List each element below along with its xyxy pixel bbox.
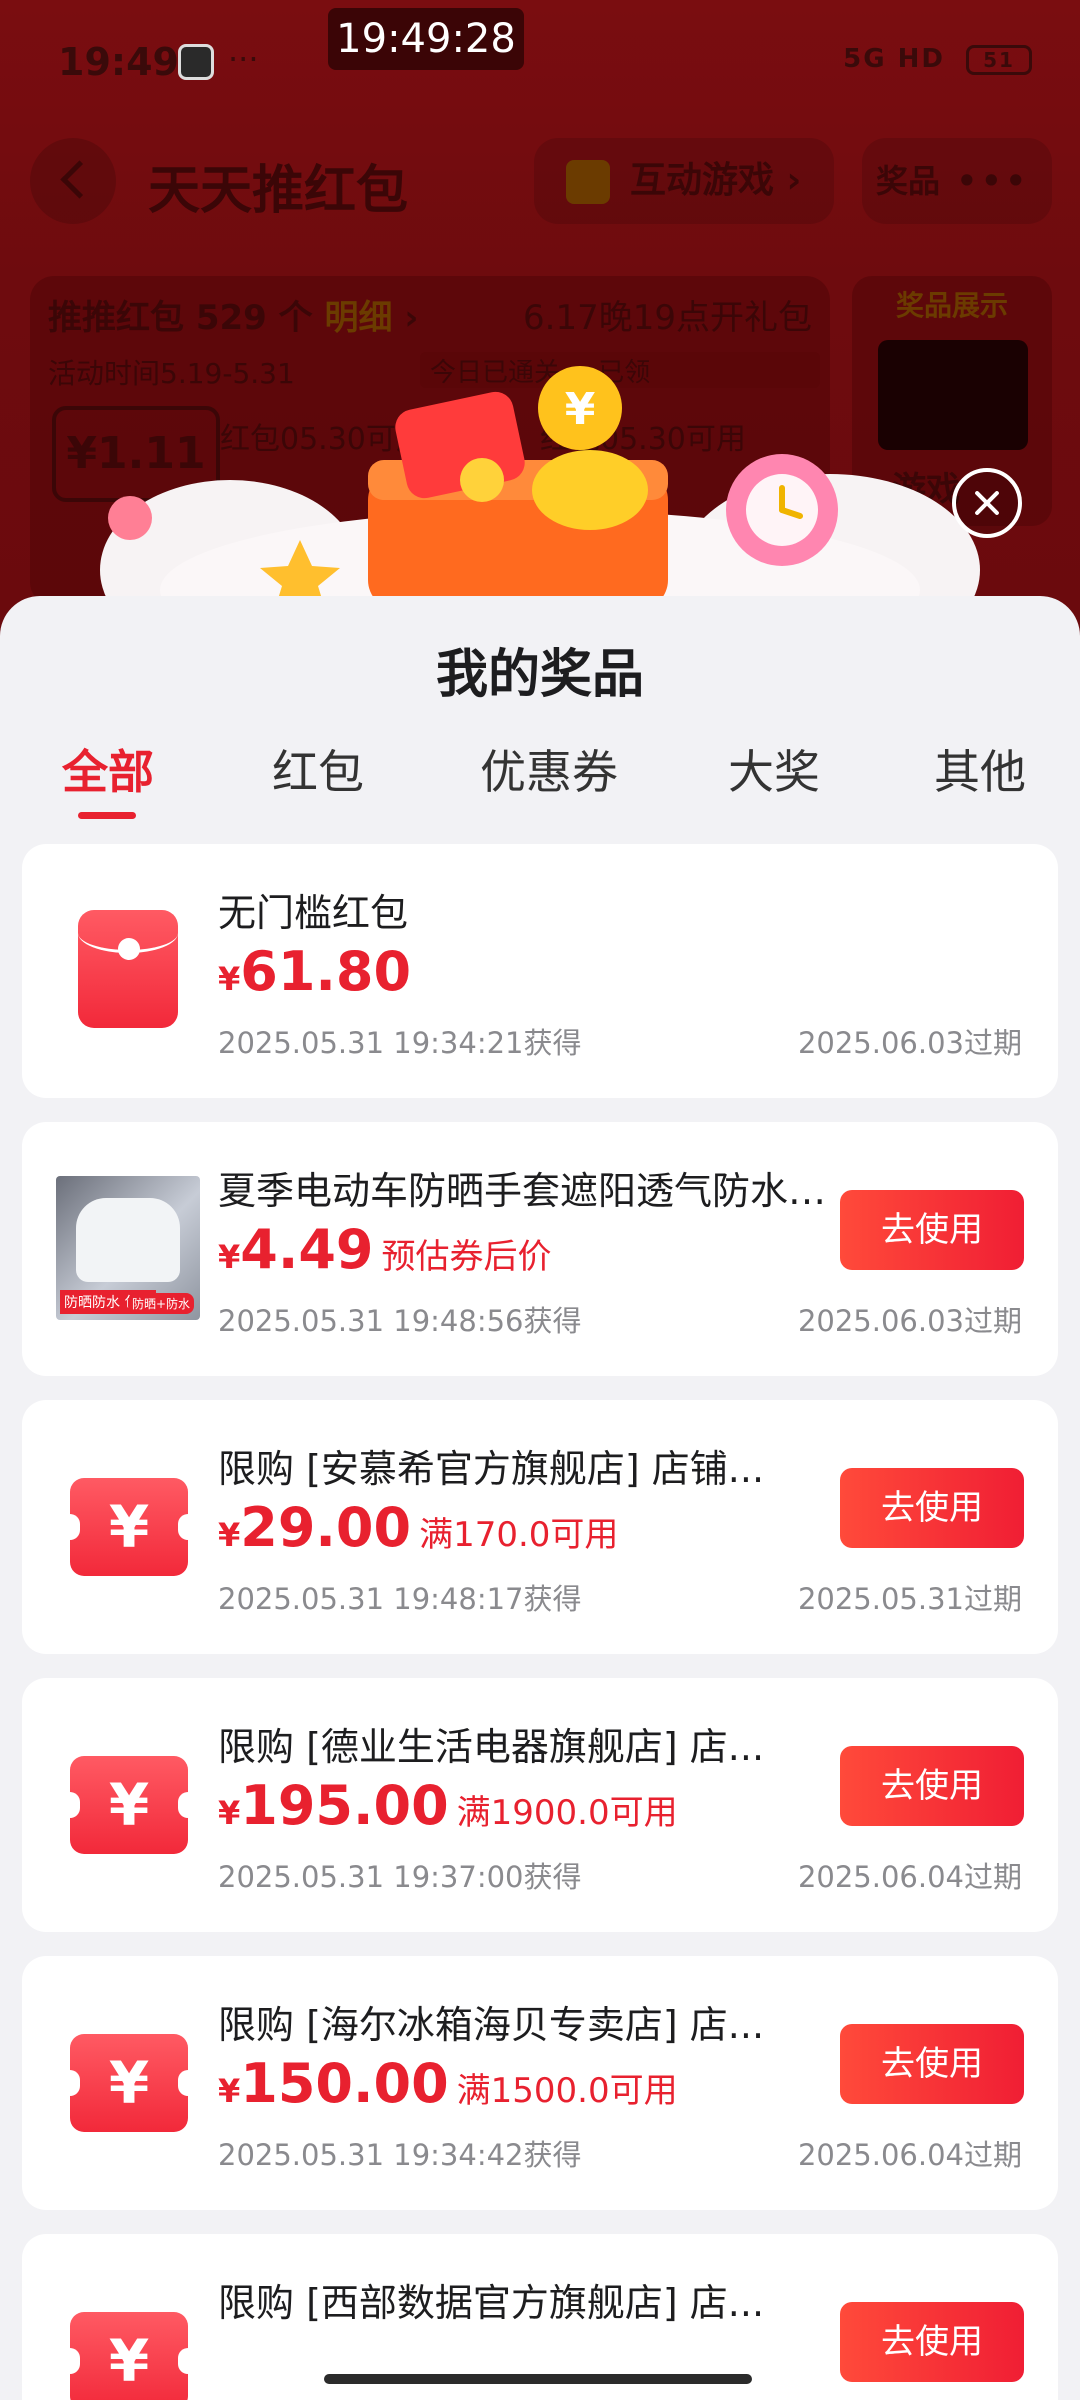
background-summary-card: 推推红包 529 个 明细 › 6.17晚19点开礼包 活动时间5.19-5.3… [30,276,830,606]
game-console-image [878,340,1028,450]
use-button[interactable]: 去使用 [840,2024,1024,2104]
tab-red-packet[interactable]: 红包 [266,736,370,802]
expire-date: 2025.05.31过期 [797,1582,1022,1616]
prize-showcase-title: 奖品展示 [895,289,1008,322]
coupon-icon: ¥ [60,2034,198,2132]
tab-coupon[interactable]: 优惠券 [474,736,624,802]
close-button[interactable] [952,468,1022,538]
prize-title: 限购 [安慕希官方旗舰店] 店铺... [218,1447,765,1491]
tab-all[interactable]: 全部 [56,736,160,802]
thumb-tag: 防晒+防水 [127,1293,194,1314]
prize-tabs: 全部 红包 优惠券 大奖 其他 [0,736,1080,826]
more-icon: ••• [956,162,1030,200]
prize-item[interactable]: ¥ 限购 [德业生活电器旗舰店] 店... ¥195.00 满1900.0可用 2… [22,1678,1058,1932]
prize-price: ¥4.49 预估券后价 [218,1218,552,1281]
prize-showcase-card: 奖品展示 游戏 [852,276,1052,526]
yen-icon: ¥ [108,2327,150,2395]
use-button[interactable]: 去使用 [840,1468,1024,1548]
background-page: 19:49 ··· 19:49:28 5G HD 51 天天推红包 互动游戏 ›… [0,0,1080,700]
prize-price: ¥195.00 满1900.0可用 [218,1774,678,1837]
yen-icon: ¥ [108,1771,150,1839]
interactive-game-button: 互动游戏 › [534,138,834,224]
background-header: 天天推红包 互动游戏 › 奖品 ••• [0,130,1080,230]
clock-icon [178,44,214,80]
network-label: 5G HD [843,44,945,74]
expire-date: 2025.06.04过期 [797,1860,1022,1894]
prize-price: ¥29.00 满170.0可用 [218,1496,619,1559]
event-notice: 6.17晚19点开礼包 [523,298,812,338]
sheet-title: 我的奖品 [435,645,644,705]
coupon-icon: ¥ [60,2312,198,2400]
prize-price: ¥61.80 [218,940,412,1003]
coupon-icon: ¥ [60,1478,198,1576]
gift-icon [566,160,610,204]
status-bar: 19:49 ··· 19:49:28 5G HD 51 [0,0,1080,120]
yen-icon: ¥ [108,1493,150,1561]
screen-recording-time: 19:49:28 [328,8,524,70]
prize-title: 限购 [海尔冰箱海贝专卖店] 店... [218,2003,765,2047]
use-button[interactable]: 去使用 [840,1746,1024,1826]
background-coupon-text-2: 红包05.30可用 [540,422,746,457]
page-title: 天天推红包 [148,161,409,221]
activity-time: 活动时间5.19-5.31 [48,357,295,390]
product-thumbnail: 防晒防水 包邮 防晒+防水 [56,1176,200,1320]
tab-other[interactable]: 其他 [928,736,1032,802]
battery-icon: 51 [966,44,1032,75]
prize-title: 限购 [西部数据官方旗舰店] 店... [218,2281,765,2325]
use-button[interactable]: 去使用 [840,1190,1024,1270]
use-button[interactable]: 去使用 [840,2302,1024,2382]
prize-title: 限购 [德业生活电器旗舰店] 店... [218,1725,765,1769]
expire-date: 2025.06.03过期 [797,1304,1022,1338]
coupon-icon: ¥ [60,1756,198,1854]
more-notifications-icon: ··· [228,40,259,78]
prize-item[interactable]: 防晒防水 包邮 防晒+防水 夏季电动车防晒手套遮阳透气防水全包挡风 ¥4.49预… [22,1122,1058,1376]
back-button [30,138,116,224]
summary-line: 推推红包 529 个 明细 › [48,298,419,338]
background-amount: ¥1.11 [52,406,220,502]
glove-image [76,1198,180,1282]
today-badge: 今日已通关 已领 [420,352,820,388]
obtained-time: 2025.05.31 19:48:17获得 [218,1582,582,1616]
prize-showcase-label: 游戏 [892,470,960,510]
prize-title: 无门槛红包 [218,891,409,935]
tab-grand-prize[interactable]: 大奖 [722,736,826,802]
obtained-time: 2025.05.31 19:37:00获得 [218,1860,582,1894]
status-time: 19:49 [58,40,179,84]
expire-date: 2025.06.04过期 [797,2138,1022,2172]
red-packet-icon [78,910,178,1028]
yen-icon: ¥ [108,2049,150,2117]
prize-menu-button: 奖品 ••• [862,138,1052,224]
prize-item[interactable]: 无门槛红包 ¥61.80 2025.05.31 19:34:21获得 2025.… [22,844,1058,1098]
obtained-time: 2025.05.31 19:34:21获得 [218,1026,582,1060]
expire-date: 2025.06.03过期 [797,1026,1022,1060]
prize-item[interactable]: ¥ 限购 [海尔冰箱海贝专卖店] 店... ¥150.00 满1500.0可用 2… [22,1956,1058,2210]
prize-item[interactable]: ¥ 限购 [安慕希官方旗舰店] 店铺... ¥29.00 满170.0可用 202… [22,1400,1058,1654]
obtained-time: 2025.05.31 19:34:42获得 [218,2138,582,2172]
interactive-game-label: 互动游戏 [630,160,775,201]
home-indicator[interactable] [324,2374,752,2384]
prize-title: 夏季电动车防晒手套遮阳透气防水全包挡风 [218,1169,838,1213]
obtained-time: 2025.05.31 19:48:56获得 [218,1304,582,1338]
prize-label: 奖品 [876,162,941,200]
my-prizes-sheet: 我的奖品 全部 红包 优惠券 大奖 其他 无门槛红包 ¥61.80 2025.0… [0,596,1080,2400]
prize-price: ¥150.00 满1500.0可用 [218,2052,678,2115]
background-coupon-text-1: 红包05.30可用 [220,422,426,457]
active-tab-indicator [78,812,136,819]
status-icons: 5G HD 51 [843,44,1032,75]
